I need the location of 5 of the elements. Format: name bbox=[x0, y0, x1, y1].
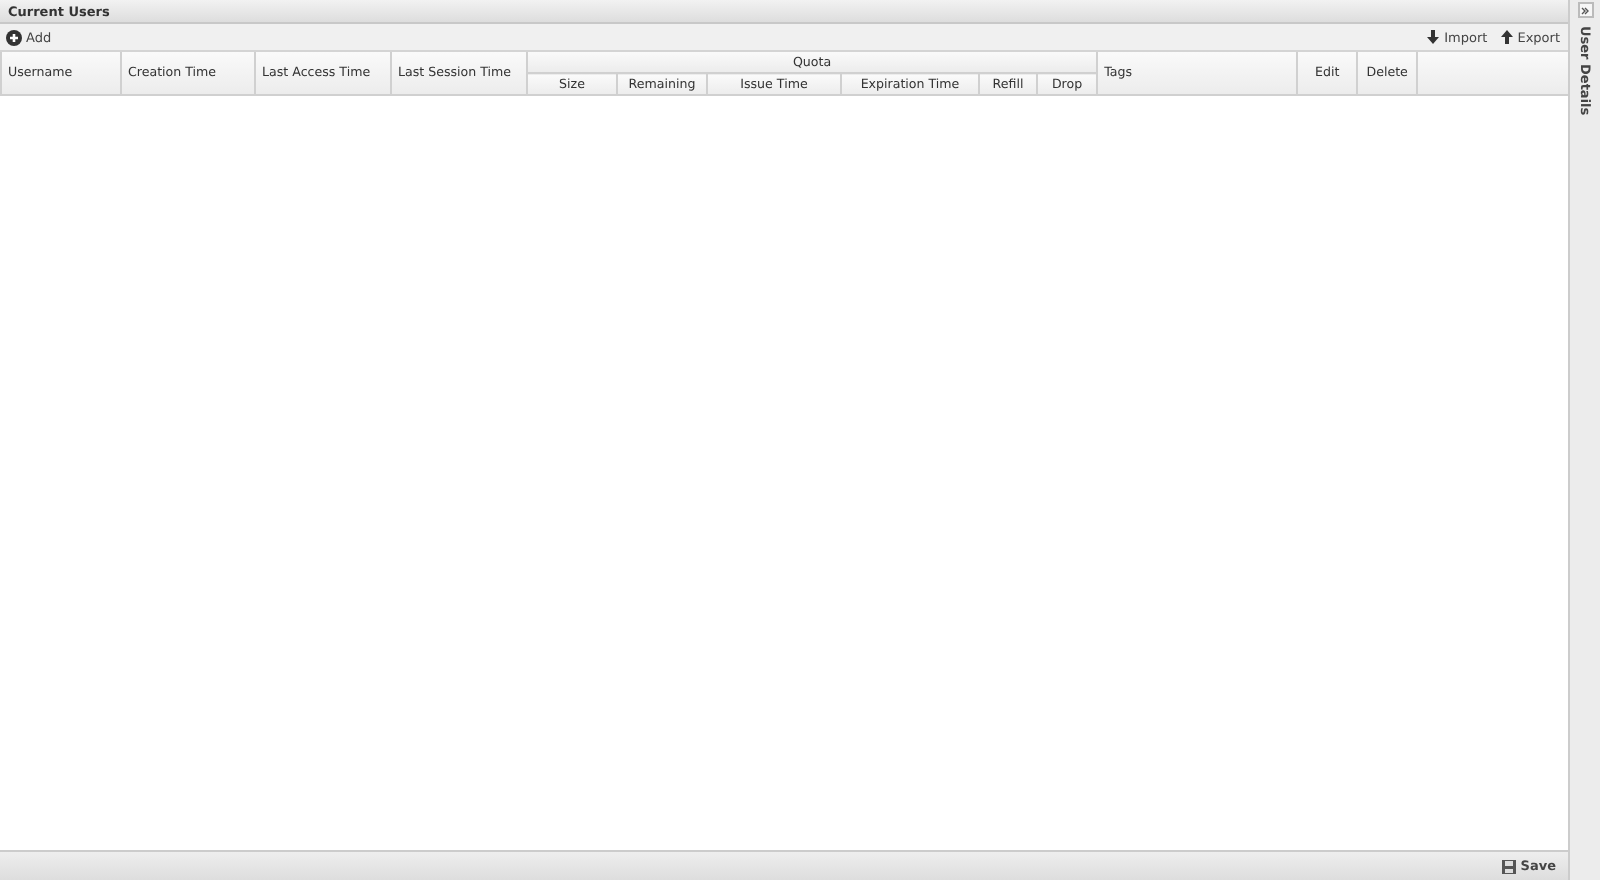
expand-icon[interactable] bbox=[1577, 2, 1593, 18]
save-icon bbox=[1502, 859, 1517, 873]
down-arrow-icon bbox=[1426, 30, 1441, 44]
add-icon bbox=[6, 29, 22, 45]
up-arrow-icon bbox=[1499, 30, 1514, 44]
